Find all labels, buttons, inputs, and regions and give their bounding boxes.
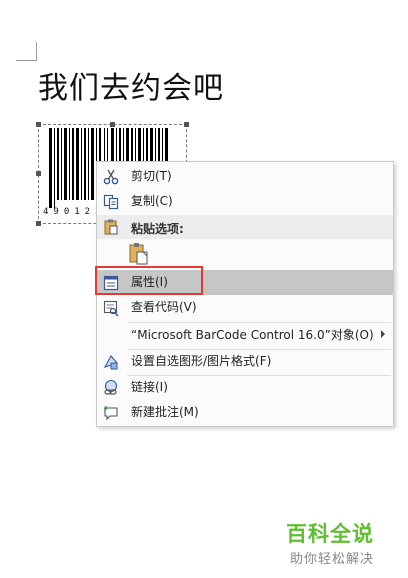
scissors-icon (103, 169, 119, 185)
resize-handle-top-right[interactable] (184, 122, 189, 127)
resize-handle-top[interactable] (110, 122, 115, 127)
link-icon (104, 379, 118, 395)
menu-item-new-comment[interactable]: 新建批注(M) (97, 400, 393, 425)
view-code-icon (103, 300, 119, 317)
paste-options-label: 粘贴选项: (131, 222, 184, 236)
menu-item-label: 复制(C) (131, 194, 173, 208)
format-shape-icon (103, 355, 118, 370)
clipboard-icon (104, 219, 118, 235)
menu-item-label: 查看代码(V) (131, 300, 197, 314)
menu-item-label: 剪切(T) (131, 169, 172, 183)
menu-item-copy[interactable]: 复制(C) (97, 189, 393, 214)
document-heading[interactable]: 我们去约会吧 (38, 70, 224, 108)
menu-item-label: 设置自选图形/图片格式(F) (131, 354, 272, 368)
menu-item-label: 链接(I) (131, 380, 168, 394)
watermark-tagline: 助你轻松解决 (290, 552, 375, 567)
watermark-logo: 百科全说 (286, 522, 374, 546)
menu-item-cut[interactable]: 剪切(T) (97, 164, 393, 189)
resize-handle-top-left[interactable] (36, 122, 41, 127)
paste-option-keep-source[interactable] (97, 240, 393, 268)
paste-options-header: 粘贴选项: (97, 215, 393, 239)
comment-icon (104, 406, 118, 421)
highlight-callout-box (95, 266, 203, 295)
page-corner-mark (16, 42, 37, 61)
paste-option-icon (129, 243, 148, 265)
copy-icon (103, 194, 119, 210)
menu-item-label: “Microsoft BarCode Control 16.0”对象(O) (131, 328, 374, 342)
menu-item-link[interactable]: 链接(I) (97, 375, 393, 400)
menu-item-label: 新建批注(M) (131, 405, 199, 419)
menu-item-format-shape[interactable]: 设置自选图形/图片格式(F) (97, 349, 393, 374)
submenu-arrow-icon (381, 330, 385, 338)
menu-item-view-code[interactable]: 查看代码(V) (97, 295, 393, 320)
menu-item-barcode-object[interactable]: “Microsoft BarCode Control 16.0”对象(O) (97, 323, 393, 348)
resize-handle-left[interactable] (36, 171, 41, 176)
resize-handle-bottom-left[interactable] (36, 221, 41, 226)
